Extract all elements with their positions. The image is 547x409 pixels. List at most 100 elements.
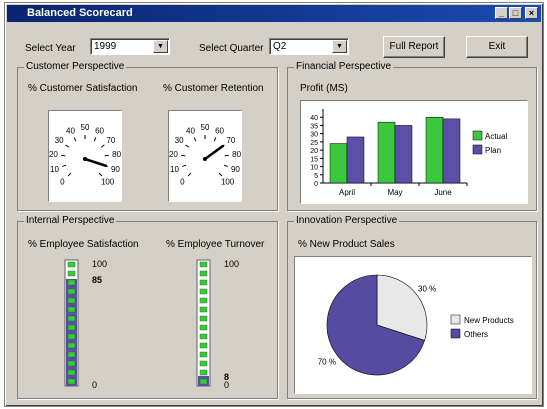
bar-actual bbox=[377, 121, 396, 184]
meter-segment bbox=[67, 360, 76, 367]
internal-perspective-group: Internal Perspective % Employee Satisfac… bbox=[17, 215, 278, 399]
legend-swatch bbox=[450, 314, 461, 325]
internal-perspective-title: Internal Perspective bbox=[24, 215, 117, 226]
y-tick-label: 20 bbox=[310, 148, 318, 155]
meter-segment bbox=[67, 315, 76, 322]
meter-segment bbox=[67, 378, 76, 385]
gauge-tick-label: 90 bbox=[231, 165, 240, 174]
meter-segment bbox=[67, 288, 76, 295]
new-product-sales-title: % New Product Sales bbox=[298, 239, 395, 250]
gauge-tick bbox=[62, 164, 67, 167]
meter-segment bbox=[67, 342, 76, 349]
gauge-tick-label: 0 bbox=[180, 178, 185, 187]
y-tick-label: 35 bbox=[310, 123, 318, 130]
legend-label-actual: Actual bbox=[485, 132, 507, 141]
gauge-tick bbox=[223, 164, 228, 167]
y-tick-label: 5 bbox=[314, 173, 318, 180]
y-tick-label: 25 bbox=[310, 140, 318, 147]
profit-bar-chart: 0510 15202530 3540 April May June Actual Plan bbox=[310, 109, 507, 197]
gauge-tick bbox=[98, 172, 103, 177]
gauge-hub bbox=[83, 157, 87, 161]
gauge-tick-label: 70 bbox=[226, 136, 235, 145]
close-icon[interactable]: × bbox=[525, 7, 538, 19]
legend-swatch-actual bbox=[472, 130, 483, 141]
meter-segment bbox=[199, 261, 208, 268]
gauge-tick-label: 90 bbox=[111, 165, 120, 174]
exit-button[interactable]: Exit bbox=[466, 36, 528, 58]
minimize-icon[interactable]: _ bbox=[495, 7, 508, 19]
legend-label: New Products bbox=[464, 316, 514, 325]
meter-segment bbox=[199, 306, 208, 313]
gauge-tick-label: 20 bbox=[169, 150, 178, 159]
year-value: 1999 bbox=[94, 41, 117, 52]
legend-label-plan: Plan bbox=[485, 146, 501, 155]
gauge-tick bbox=[61, 154, 66, 157]
meter-segment bbox=[199, 270, 208, 277]
gauge-dial: 010 20 3040 50 6070 80 90 100 bbox=[169, 123, 242, 187]
gauge-tick-label: 50 bbox=[81, 123, 90, 132]
bar-actual bbox=[425, 116, 444, 184]
profit-chart-title: Profit (MS) bbox=[300, 83, 348, 94]
gauge-tick bbox=[104, 154, 109, 157]
meter-segment bbox=[67, 351, 76, 358]
customer-satisfaction-gauge: 0 10 20 30 40 50 60 70 80 90 100 bbox=[48, 110, 122, 202]
meter-segment bbox=[199, 288, 208, 295]
gauge-tick-label: 0 bbox=[60, 178, 65, 187]
chevron-down-icon[interactable]: ▼ bbox=[332, 40, 347, 53]
title-bar[interactable]: Balanced Scorecard _ □ × bbox=[7, 5, 541, 22]
meter-segment bbox=[199, 333, 208, 340]
window-title: Balanced Scorecard bbox=[27, 7, 133, 19]
customer-perspective-group: Customer Perspective % Customer Satisfac… bbox=[17, 61, 278, 211]
gauge-needle bbox=[83, 157, 108, 168]
meter-segment bbox=[199, 342, 208, 349]
gauge-tick bbox=[187, 172, 192, 177]
gauge-tick bbox=[182, 164, 187, 167]
gauge-tick bbox=[224, 154, 229, 157]
y-tick-label: 0 bbox=[314, 181, 318, 188]
new-product-pie-chart: 30 % 70 % New Products Others bbox=[318, 274, 514, 376]
innovation-perspective-group: Innovation Perspective % New Product Sal… bbox=[287, 215, 537, 399]
x-tick-label: May bbox=[387, 188, 402, 197]
gauge-tick bbox=[73, 137, 77, 142]
gauge-tick-label: 20 bbox=[49, 150, 58, 159]
gauge-tick-label: 30 bbox=[55, 136, 64, 145]
gauge-tick-label: 50 bbox=[201, 123, 210, 132]
quarter-select[interactable]: Q2 ▼ bbox=[269, 38, 349, 55]
gauge-tick bbox=[100, 144, 105, 148]
select-quarter-label: Select Quarter bbox=[199, 43, 264, 54]
gauge-tick-label: 10 bbox=[170, 165, 179, 174]
meter-segment bbox=[199, 315, 208, 322]
quarter-value: Q2 bbox=[273, 41, 287, 52]
gauge-tick bbox=[193, 137, 197, 142]
bar-actual bbox=[329, 143, 348, 184]
gauge-tick-label: 10 bbox=[50, 165, 59, 174]
gauge-tick-label: 80 bbox=[232, 150, 241, 159]
meter-segment bbox=[67, 306, 76, 313]
customer-retention-label: % Customer Retention bbox=[163, 83, 264, 94]
financial-perspective-title: Financial Perspective bbox=[294, 61, 394, 72]
year-select[interactable]: 1999 ▼ bbox=[90, 38, 170, 55]
meter-max-label: 100 bbox=[92, 259, 107, 269]
gauge-tick-label: 70 bbox=[106, 136, 115, 145]
innovation-perspective-title: Innovation Perspective bbox=[294, 215, 400, 226]
gauge-tick bbox=[67, 172, 72, 177]
gauge-tick bbox=[218, 172, 223, 177]
gauge-tick-label: 60 bbox=[215, 126, 224, 135]
financial-perspective-group: Financial Perspective Profit (MS) 0 5 10 15… bbox=[287, 61, 537, 211]
meter-track bbox=[196, 259, 211, 387]
full-report-button[interactable]: Full Report bbox=[383, 36, 445, 58]
meter-segment bbox=[67, 333, 76, 340]
y-tick-label: 40 bbox=[310, 115, 318, 122]
meter-min-label: 0 bbox=[224, 380, 229, 390]
legend-swatch bbox=[450, 328, 461, 339]
meter-segment bbox=[67, 261, 76, 268]
y-tick-label: 30 bbox=[310, 132, 318, 139]
gauge-tick-label: 60 bbox=[95, 126, 104, 135]
gauge-tick bbox=[65, 144, 70, 148]
customer-satisfaction-label: % Customer Satisfaction bbox=[28, 83, 138, 94]
gauge-tick-label: 100 bbox=[221, 178, 235, 187]
meter-segment bbox=[67, 279, 76, 286]
maximize-icon[interactable]: □ bbox=[509, 7, 522, 19]
chevron-down-icon[interactable]: ▼ bbox=[153, 40, 168, 53]
meter-segment bbox=[199, 351, 208, 358]
